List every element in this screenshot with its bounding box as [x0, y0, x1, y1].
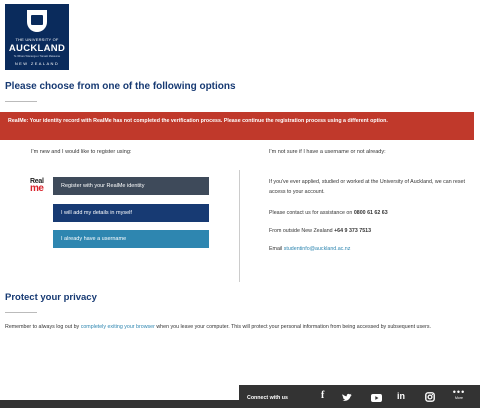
logo-line-2: AUCKLAND: [8, 43, 66, 54]
youtube-icon[interactable]: [371, 394, 382, 402]
add-details-button[interactable]: I will add my details in myself: [53, 204, 209, 222]
outside-phone[interactable]: +64 9 373 7513: [334, 228, 371, 234]
privacy-title: Protect your privacy: [5, 292, 97, 303]
connect-label: Connect with us: [247, 395, 288, 401]
privacy-text-before: Remember to always log out by: [5, 324, 80, 330]
page-title: Please choose from one of the following …: [5, 81, 236, 92]
realme-logo: Real me: [30, 178, 48, 194]
more-button[interactable]: ••• More: [451, 388, 467, 401]
contact-phone-line: Please contact us for assistance on 0800…: [269, 208, 388, 218]
email-prefix: Email: [269, 246, 283, 252]
title-divider: [5, 101, 37, 102]
email-line: Email studentinfo@auckland.ac.nz: [269, 244, 350, 254]
footer-strip: [0, 400, 239, 408]
privacy-divider: [5, 312, 37, 313]
twitter-icon[interactable]: [342, 393, 353, 402]
instagram-icon[interactable]: [425, 392, 435, 402]
privacy-text-after: when you leave your computer. This will …: [156, 324, 431, 330]
outside-phone-line: From outside New Zealand +64 9 373 7513: [269, 226, 371, 236]
privacy-text: Remember to always log out by completely…: [5, 322, 465, 333]
facebook-icon[interactable]: f: [321, 390, 324, 401]
linkedin-icon[interactable]: in: [397, 391, 405, 401]
outside-prefix: From outside New Zealand: [269, 228, 333, 234]
logo-line-3: Te Whare Wānanga o Tāmaki Makaurau: [13, 55, 61, 58]
error-alert: RealMe: Your identity record with RealMe…: [0, 112, 474, 140]
existing-username-button[interactable]: I already have a username: [53, 230, 209, 248]
logo-line-1: THE UNIVERSITY OF: [15, 37, 59, 42]
register-realme-button[interactable]: Register with your RealMe identity: [53, 177, 209, 195]
reset-access-text: If you've ever applied, studied or worke…: [269, 179, 465, 195]
new-user-label: I'm new and I would like to register usi…: [31, 149, 132, 155]
unsure-user-label: I'm not sure if I have a username or not…: [269, 149, 386, 155]
realme-logo-bottom: me: [30, 183, 44, 194]
email-link[interactable]: studentinfo@auckland.ac.nz: [284, 246, 351, 252]
contact-phone[interactable]: 0800 61 62 63: [354, 210, 388, 216]
more-icon: •••: [452, 387, 466, 397]
column-divider: [239, 170, 240, 282]
logo-line-4: NEW ZEALAND: [14, 61, 60, 66]
exit-browser-link[interactable]: completely exiting your browser: [81, 324, 155, 330]
crest-icon: [27, 10, 47, 32]
university-logo[interactable]: THE UNIVERSITY OF AUCKLAND Te Whare Wāna…: [5, 4, 69, 70]
contact-prefix: Please contact us for assistance on: [269, 210, 353, 216]
